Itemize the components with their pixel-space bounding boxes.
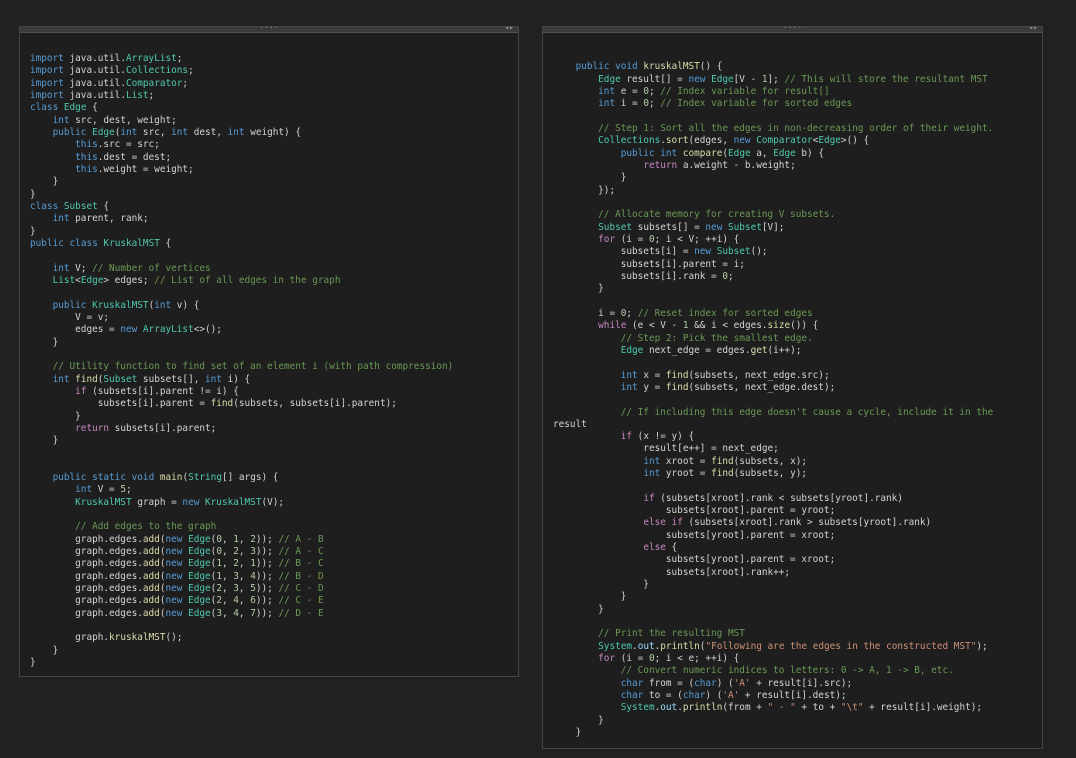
- code-line[interactable]: }: [30, 337, 59, 349]
- code-line[interactable]: }: [553, 604, 604, 616]
- code-line[interactable]: import java.util.ArrayList;: [30, 53, 182, 65]
- editor-pane-left[interactable]: ···· ◂▸ import java.util.ArrayList; impor…: [19, 24, 519, 677]
- code-line[interactable]: KruskalMST graph = new KruskalMST(V);: [30, 497, 284, 509]
- code-line[interactable]: else {: [553, 542, 677, 554]
- code-line[interactable]: char from = (char) ('A' + result[i].src)…: [553, 678, 852, 690]
- code-line[interactable]: }: [553, 283, 604, 295]
- code-line[interactable]: // Add edges to the graph: [30, 521, 216, 533]
- code-line[interactable]: public KruskalMST(int v) {: [30, 300, 200, 312]
- code-line[interactable]: this.weight = weight;: [30, 164, 194, 176]
- code-line[interactable]: subsets[yroot].parent = xroot;: [553, 554, 835, 566]
- code-line[interactable]: Collections.sort(edges, new Comparator<E…: [553, 135, 869, 147]
- code-line[interactable]: public class KruskalMST {: [30, 238, 171, 250]
- editor-pane-right[interactable]: ···· ◂▸ public void kruskalMST() { Edge …: [542, 24, 1043, 749]
- code-line[interactable]: });: [553, 185, 615, 197]
- drag-grip-icon[interactable]: ····: [783, 24, 802, 32]
- code-line[interactable]: for (i = 0; i < e; ++i) {: [553, 653, 739, 665]
- code-line[interactable]: this.src = src;: [30, 139, 160, 151]
- code-line[interactable]: V = v;: [30, 312, 109, 324]
- code-line[interactable]: public int compare(Edge a, Edge b) {: [553, 148, 824, 160]
- code-line[interactable]: System.out.println(from + " - " + to + "…: [553, 702, 982, 714]
- pane-controls-icon[interactable]: ◂▸: [1028, 24, 1038, 32]
- code-line[interactable]: result[e++] = next_edge;: [553, 443, 778, 455]
- code-line[interactable]: // If including this edge doesn't cause …: [553, 407, 994, 419]
- code-line[interactable]: int src, dest, weight;: [30, 115, 177, 127]
- code-line[interactable]: }: [30, 435, 59, 447]
- code-line[interactable]: subsets[xroot].rank++;: [553, 567, 790, 579]
- code-line[interactable]: List<Edge> edges; // List of all edges i…: [30, 275, 341, 287]
- pane-title-bar[interactable]: ···· ◂▸: [543, 24, 1042, 33]
- code-line[interactable]: char to = (char) ('A' + result[i].dest);: [553, 690, 847, 702]
- code-line[interactable]: graph.edges.add(new Edge(2, 4, 6)); // C…: [30, 595, 323, 607]
- pane-controls-icon[interactable]: ◂▸: [504, 24, 514, 32]
- code-line[interactable]: }: [553, 172, 627, 184]
- code-line[interactable]: }: [553, 579, 649, 591]
- code-line[interactable]: // Step 1: Sort all the edges in non-dec…: [553, 123, 993, 135]
- code-line[interactable]: System.out.println("Following are the ed…: [553, 641, 988, 653]
- code-line[interactable]: if (x != y) {: [553, 431, 694, 443]
- code-line[interactable]: subsets[xroot].parent = yroot;: [553, 505, 835, 517]
- drag-grip-icon[interactable]: ····: [259, 24, 278, 32]
- code-line[interactable]: Edge next_edge = edges.get(i++);: [553, 345, 802, 357]
- code-line[interactable]: public static void main(String[] args) {: [30, 472, 279, 484]
- code-line[interactable]: graph.edges.add(new Edge(1, 2, 1)); // B…: [30, 558, 323, 570]
- code-line[interactable]: public Edge(int src, int dest, int weigh…: [30, 127, 301, 139]
- code-line[interactable]: import java.util.List;: [30, 90, 154, 102]
- code-line[interactable]: }: [30, 657, 36, 669]
- code-line[interactable]: int V = 5;: [30, 484, 131, 496]
- code-line[interactable]: // Allocate memory for creating V subset…: [553, 209, 835, 221]
- code-line[interactable]: import java.util.Collections;: [30, 65, 194, 77]
- code-line[interactable]: graph.edges.add(new Edge(0, 1, 2)); // A…: [30, 534, 323, 546]
- code-line[interactable]: import java.util.Comparator;: [30, 78, 188, 90]
- code-line[interactable]: }: [30, 176, 59, 188]
- code-line[interactable]: for (i = 0; i < V; ++i) {: [553, 234, 739, 246]
- code-line[interactable]: Subset subsets[] = new Subset[V];: [553, 222, 784, 234]
- code-line[interactable]: subsets[yroot].parent = xroot;: [553, 530, 835, 542]
- pane-title-bar[interactable]: ···· ◂▸: [20, 24, 518, 33]
- code-line[interactable]: this.dest = dest;: [30, 152, 171, 164]
- code-line[interactable]: graph.edges.add(new Edge(0, 2, 3)); // A…: [30, 546, 323, 558]
- code-line[interactable]: graph.edges.add(new Edge(3, 4, 7)); // D…: [30, 608, 323, 620]
- code-line[interactable]: subsets[i] = new Subset();: [553, 246, 768, 258]
- code-line[interactable]: }: [30, 226, 36, 238]
- code-line[interactable]: // Print the resulting MST: [553, 628, 745, 640]
- code-line[interactable]: int x = find(subsets, next_edge.src);: [553, 370, 830, 382]
- code-line[interactable]: }: [553, 591, 627, 603]
- code-line[interactable]: int V; // Number of vertices: [30, 263, 211, 275]
- code-line[interactable]: subsets[i].rank = 0;: [553, 271, 734, 283]
- code-line[interactable]: result: [553, 419, 587, 431]
- code-line[interactable]: if (subsets[i].parent != i) {: [30, 386, 239, 398]
- code-line[interactable]: int e = 0; // Index variable for result[…: [553, 86, 829, 98]
- code-line[interactable]: return a.weight - b.weight;: [553, 160, 795, 172]
- code-line[interactable]: class Subset {: [30, 201, 109, 213]
- code-line[interactable]: }: [30, 411, 81, 423]
- code-line[interactable]: return subsets[i].parent;: [30, 423, 216, 435]
- code-line[interactable]: if (subsets[xroot].rank < subsets[yroot]…: [553, 493, 903, 505]
- code-line[interactable]: Edge result[] = new Edge[V - 1]; // This…: [553, 74, 988, 86]
- code-line[interactable]: graph.edges.add(new Edge(2, 3, 5)); // C…: [30, 583, 323, 595]
- code-line[interactable]: int parent, rank;: [30, 213, 149, 225]
- code-line[interactable]: }: [30, 189, 36, 201]
- code-line[interactable]: class Edge {: [30, 102, 98, 114]
- code-line[interactable]: int y = find(subsets, next_edge.dest);: [553, 382, 836, 394]
- code-line[interactable]: int find(Subset subsets[], int i) {: [30, 374, 251, 386]
- code-line[interactable]: int yroot = find(subsets, y);: [553, 468, 807, 480]
- code-line[interactable]: subsets[i].parent = find(subsets, subset…: [30, 398, 397, 410]
- code-line[interactable]: graph.kruskalMST();: [30, 632, 182, 644]
- code-line[interactable]: }: [30, 645, 59, 657]
- code-line[interactable]: // Convert numeric indices to letters: 0…: [553, 665, 954, 677]
- code-line[interactable]: subsets[i].parent = i;: [553, 259, 745, 271]
- code-line[interactable]: edges = new ArrayList<>();: [30, 324, 222, 336]
- code-line[interactable]: int xroot = find(subsets, x);: [553, 456, 807, 468]
- code-line[interactable]: }: [553, 715, 604, 727]
- code-line[interactable]: public void kruskalMST() {: [553, 61, 723, 73]
- code-line[interactable]: graph.edges.add(new Edge(1, 3, 4)); // B…: [30, 571, 323, 583]
- code-line[interactable]: }: [553, 727, 582, 739]
- code-line[interactable]: while (e < V - 1 && i < edges.size()) {: [553, 320, 818, 332]
- code-line[interactable]: int i = 0; // Index variable for sorted …: [553, 98, 852, 110]
- code-line[interactable]: // Step 2: Pick the smallest edge.: [553, 333, 813, 345]
- code-line[interactable]: else if (subsets[xroot].rank > subsets[y…: [553, 517, 931, 529]
- code-line[interactable]: // Utility function to find set of an el…: [30, 361, 454, 373]
- code-line[interactable]: i = 0; // Reset index for sorted edges: [553, 308, 813, 320]
